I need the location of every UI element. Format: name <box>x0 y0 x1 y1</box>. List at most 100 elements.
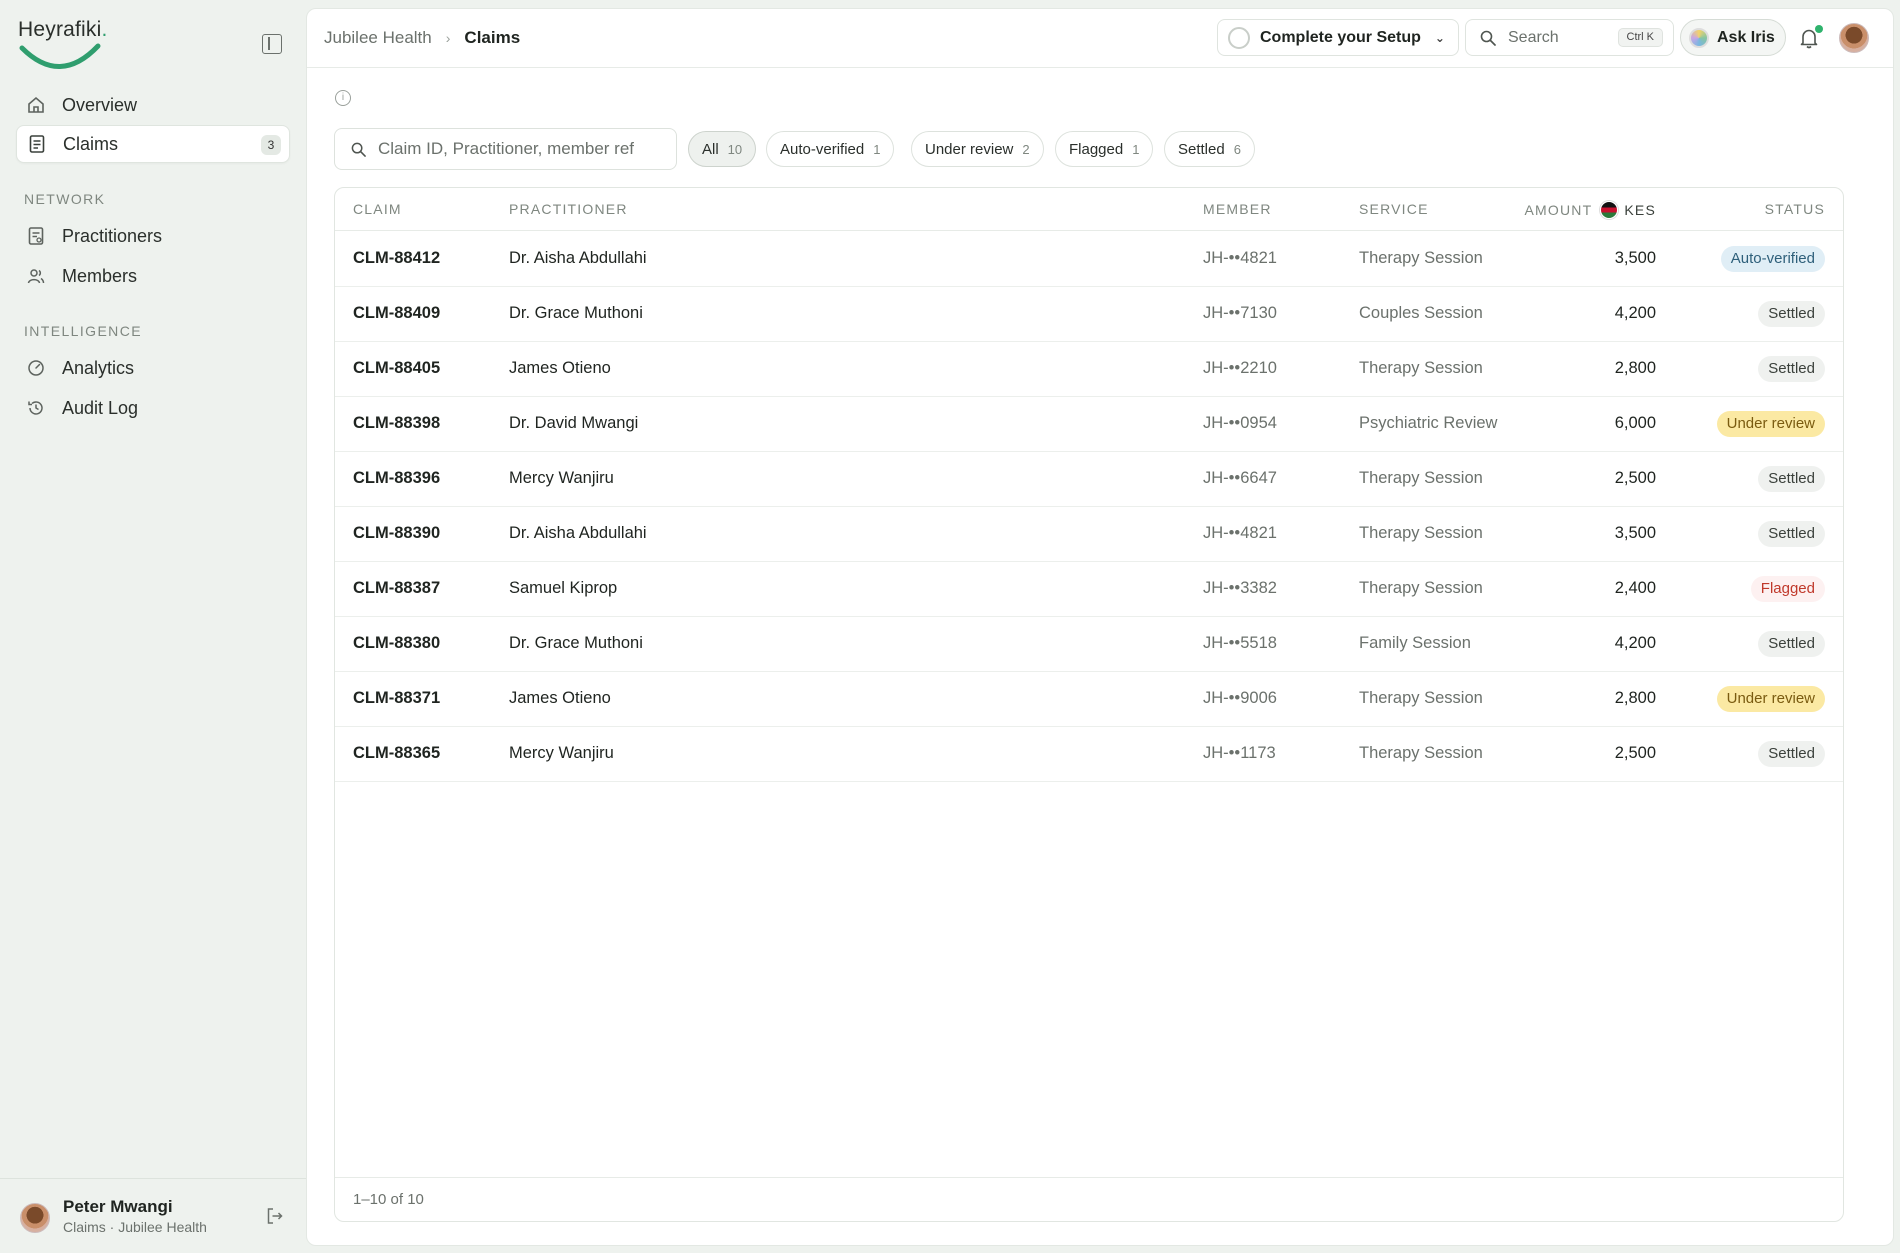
sidebar-item-practitioners[interactable]: Practitioners <box>16 217 290 255</box>
amount-cell: 4,200 <box>1614 634 1656 652</box>
complete-setup-button[interactable]: Complete your Setup ⌄ <box>1217 19 1459 56</box>
claim-id-cell: CLM-88371 <box>353 689 441 707</box>
table-row[interactable]: CLM-88380 Dr. Grace Muthoni JH-••5518 Famil… <box>335 617 1843 672</box>
chip-count: 10 <box>727 141 743 157</box>
practitioner-cell: Mercy Wanjiru <box>509 744 614 762</box>
claim-id-cell: CLM-88387 <box>353 579 441 597</box>
setup-label: Complete your Setup <box>1260 28 1421 46</box>
chevron-right-icon: › <box>445 30 451 46</box>
column-header-member[interactable]: MEMBER <box>1203 201 1272 217</box>
search-placeholder: Search <box>1508 28 1559 46</box>
progress-circle-icon <box>1228 26 1250 49</box>
chevron-down-icon: ⌄ <box>1434 30 1445 45</box>
column-header-practitioner[interactable]: PRACTITIONER <box>509 201 628 217</box>
table-row[interactable]: CLM-88398 Dr. David Mwangi JH-••0954 Psychi… <box>335 397 1843 452</box>
brand-name: Heyrafiki. <box>18 18 108 41</box>
section-label-network: NETWORK <box>24 191 106 207</box>
member-cell: JH-••3382 <box>1203 579 1277 597</box>
amount-cell: 3,500 <box>1614 249 1656 267</box>
column-header-claim[interactable]: CLAIM <box>353 201 402 217</box>
page-title: Claims <box>464 28 521 47</box>
sidebar-item-label: Claims <box>63 133 119 154</box>
amount-cell: 2,800 <box>1614 689 1656 707</box>
avatar[interactable] <box>1839 23 1869 53</box>
practitioner-cell: Mercy Wanjiru <box>509 469 614 487</box>
amount-cell: 3,500 <box>1614 524 1656 542</box>
column-header-amount[interactable]: AMOUNT KES <box>1525 201 1657 219</box>
service-cell: Family Session <box>1359 634 1471 652</box>
global-search-input[interactable]: Search Ctrl K <box>1465 19 1674 56</box>
service-cell: Couples Session <box>1359 304 1483 322</box>
status-badge: Settled <box>1758 356 1825 382</box>
member-cell: JH-••5518 <box>1203 634 1277 652</box>
breadcrumb-root[interactable]: Jubilee Health <box>324 28 432 48</box>
filter-chip-auto-verified[interactable]: Auto-verified 1 <box>766 131 895 167</box>
claims-search-input[interactable]: Claim ID, Practitioner, member ref <box>334 128 677 170</box>
pagination-summary: 1–10 of 10 <box>335 1177 1843 1221</box>
column-header-service[interactable]: SERVICE <box>1359 201 1429 217</box>
sidebar-item-label: Practitioners <box>62 225 163 246</box>
chip-label: Under review <box>925 140 1014 158</box>
status-badge: Settled <box>1758 521 1825 547</box>
search-icon <box>1480 30 1496 46</box>
sidebar-item-audit-log[interactable]: Audit Log <box>16 389 290 427</box>
claim-id-cell: CLM-88398 <box>353 414 441 432</box>
currency-label: KES <box>1624 202 1656 218</box>
sidebar-item-members[interactable]: Members <box>16 257 290 295</box>
amount-cell: 2,800 <box>1614 359 1656 377</box>
gauge-icon <box>26 358 46 378</box>
table-row[interactable]: CLM-88365 Mercy Wanjiru JH-••1173 Therapy S… <box>335 727 1843 782</box>
table-row[interactable]: CLM-88390 Dr. Aisha Abdullahi JH-••4821 The… <box>335 507 1843 562</box>
ask-iris-button[interactable]: Ask Iris <box>1680 19 1786 56</box>
filter-chip-flagged[interactable]: Flagged 1 <box>1055 131 1154 167</box>
breadcrumb: Jubilee Health › Claims <box>324 28 520 48</box>
status-badge: Settled <box>1758 301 1825 327</box>
clipboard-icon <box>26 226 46 246</box>
filter-chip-settled[interactable]: Settled 6 <box>1164 131 1255 167</box>
chip-label: Flagged <box>1069 140 1124 158</box>
sidebar-item-label: Members <box>62 265 138 286</box>
sidebar-item-overview[interactable]: Overview <box>16 86 290 124</box>
filter-chip-under-review[interactable]: Under review 2 <box>911 131 1044 167</box>
brand-logo[interactable]: Heyrafiki. <box>18 18 108 70</box>
claim-id-cell: CLM-88412 <box>353 249 441 267</box>
iris-orb-icon <box>1689 27 1709 48</box>
service-cell: Therapy Session <box>1359 249 1483 267</box>
section-label-intelligence: INTELLIGENCE <box>24 323 142 339</box>
search-icon <box>351 142 366 157</box>
users-icon <box>26 266 46 286</box>
user-profile[interactable]: Peter Mwangi Claims · Jubilee Health <box>0 1178 306 1253</box>
practitioner-cell: Dr. Aisha Abdullahi <box>509 249 647 267</box>
status-badge: Under review <box>1716 686 1825 712</box>
kenya-flag-icon <box>1600 201 1619 219</box>
table-row[interactable]: CLM-88387 Samuel Kiprop JH-••3382 Therapy S… <box>335 562 1843 617</box>
main-panel: Jubilee Health › Claims Complete your Se… <box>306 8 1894 1246</box>
ask-iris-label: Ask Iris <box>1717 28 1775 46</box>
filter-chip-all[interactable]: All 10 <box>688 131 757 167</box>
user-role: Claims · Jubilee Health <box>63 1219 207 1235</box>
table-row[interactable]: CLM-88409 Dr. Grace Muthoni JH-••7130 Coupl… <box>335 287 1843 342</box>
sidebar-item-claims[interactable]: Claims 3 <box>16 125 290 163</box>
service-cell: Therapy Session <box>1359 524 1483 542</box>
service-cell: Therapy Session <box>1359 689 1483 707</box>
member-cell: JH-••6647 <box>1203 469 1277 487</box>
home-icon <box>26 95 46 115</box>
logout-icon[interactable] <box>266 1207 284 1225</box>
table-row[interactable]: CLM-88412 Dr. Aisha Abdullahi JH-••4821 The… <box>335 232 1843 287</box>
status-badge: Flagged <box>1750 576 1825 602</box>
member-cell: JH-••2210 <box>1203 359 1277 377</box>
sidebar-item-analytics[interactable]: Analytics <box>16 349 290 387</box>
table-row[interactable]: CLM-88371 James Otieno JH-••9006 Therapy Se… <box>335 672 1843 727</box>
info-icon[interactable]: i <box>335 90 351 106</box>
practitioner-cell: Dr. Grace Muthoni <box>509 634 643 652</box>
practitioner-cell: James Otieno <box>509 359 611 377</box>
collapse-sidebar-icon[interactable] <box>262 34 282 54</box>
smile-logo-icon <box>19 43 101 69</box>
amount-cell: 2,500 <box>1614 469 1656 487</box>
document-icon <box>27 134 47 154</box>
column-header-status[interactable]: STATUS <box>1765 201 1825 217</box>
table-row[interactable]: CLM-88396 Mercy Wanjiru JH-••6647 Therapy S… <box>335 452 1843 507</box>
chip-count: 1 <box>873 141 881 157</box>
table-row[interactable]: CLM-88405 James Otieno JH-••2210 Therapy Se… <box>335 342 1843 397</box>
member-cell: JH-••7130 <box>1203 304 1277 322</box>
